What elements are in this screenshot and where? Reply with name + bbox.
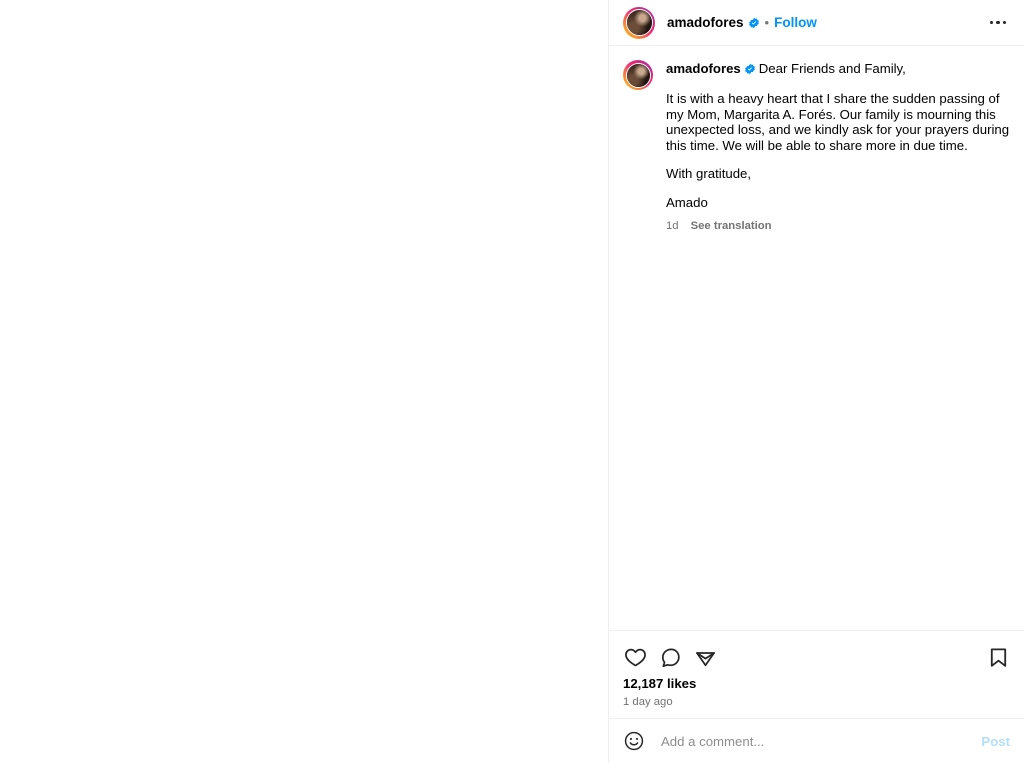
post-header: amadofores • Follow bbox=[609, 0, 1024, 46]
post-comments-area: amadofores Dear Friends and Family, It i… bbox=[609, 46, 1024, 630]
caption-meta: 1d See translation bbox=[666, 220, 1010, 232]
post-comment-button[interactable]: Post bbox=[973, 734, 1010, 749]
caption-content: amadofores Dear Friends and Family, It i… bbox=[666, 60, 1010, 232]
avatar-photo bbox=[626, 10, 652, 35]
caption-closing: With gratitude, bbox=[666, 166, 752, 182]
action-right-group bbox=[984, 643, 1012, 671]
instagram-post-screen: amadofores • Follow amadofores Dear Frie… bbox=[0, 0, 1024, 763]
header-username[interactable]: amadofores bbox=[667, 16, 744, 30]
header-avatar[interactable] bbox=[623, 6, 655, 39]
comment-bubble-icon[interactable] bbox=[656, 643, 684, 671]
post-media-area bbox=[0, 0, 608, 763]
caption-avatar-image-frame bbox=[625, 62, 651, 88]
action-left-group bbox=[621, 643, 719, 671]
caption-greeting: Dear Friends and Family, bbox=[758, 61, 906, 76]
header-separator: • bbox=[764, 15, 770, 30]
share-paper-plane-icon[interactable] bbox=[691, 643, 719, 671]
caption-avatar[interactable] bbox=[623, 60, 653, 90]
action-icon-row bbox=[621, 638, 1012, 676]
comment-composer: Post bbox=[609, 718, 1024, 763]
likes-count[interactable]: 12,187 likes bbox=[621, 676, 1012, 692]
caption-username[interactable]: amadofores bbox=[666, 61, 741, 76]
caption-timestamp: 1d bbox=[666, 219, 679, 232]
caption-signature: Amado bbox=[666, 194, 708, 210]
caption-body: It is with a heavy heart that I share th… bbox=[666, 91, 1010, 153]
see-translation-button[interactable]: See translation bbox=[691, 220, 772, 232]
emoji-smiley-icon[interactable] bbox=[621, 728, 647, 754]
ellipsis-dots bbox=[989, 20, 1007, 25]
verified-badge-icon bbox=[744, 63, 756, 75]
header-user-meta: amadofores • Follow bbox=[667, 16, 984, 30]
caption-first-line: amadofores Dear Friends and Family, bbox=[666, 60, 1010, 78]
post-action-bar: 12,187 likes 1 day ago bbox=[609, 630, 1024, 709]
caption-avatar-photo bbox=[626, 63, 650, 87]
post-date: 1 day ago bbox=[623, 696, 673, 708]
post-details-panel: amadofores • Follow amadofores Dear Frie… bbox=[608, 0, 1024, 763]
caption-row: amadofores Dear Friends and Family, It i… bbox=[623, 60, 1010, 232]
bookmark-icon[interactable] bbox=[984, 643, 1012, 671]
avatar-image-frame bbox=[625, 9, 653, 36]
ellipsis-icon[interactable] bbox=[984, 9, 1012, 37]
verified-badge-icon bbox=[748, 17, 760, 29]
heart-icon[interactable] bbox=[621, 643, 649, 671]
follow-button[interactable]: Follow bbox=[774, 16, 817, 30]
add-comment-input[interactable] bbox=[659, 732, 974, 750]
